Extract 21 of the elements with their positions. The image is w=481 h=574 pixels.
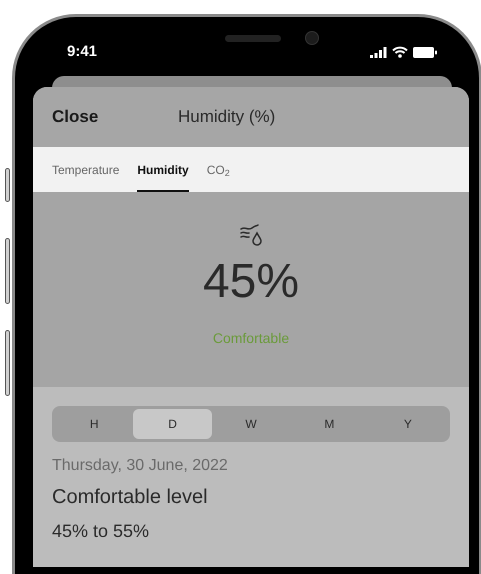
tab[interactable]: Temperature [52, 147, 120, 192]
wifi-icon [392, 46, 408, 58]
period-option[interactable]: H [55, 409, 134, 439]
signal-icon [370, 46, 387, 58]
period-option[interactable]: D [133, 409, 212, 439]
tab[interactable]: CO$_{2}$ [206, 147, 230, 192]
comfort-level-heading: Comfortable level [52, 485, 209, 510]
close-button[interactable]: Close [52, 104, 98, 130]
period-option[interactable]: W [212, 409, 290, 439]
date-label: Thursday, 30 June, 2022 [52, 456, 229, 476]
period-option[interactable]: M [290, 409, 369, 439]
period-option[interactable]: Y [368, 409, 448, 439]
comfort-range: 45% to 55% [52, 520, 150, 543]
battery-icon [413, 46, 437, 58]
humidity-icon [239, 224, 263, 246]
sheet-title: Humidity (%) [178, 106, 276, 128]
humidity-value: 45% [202, 258, 300, 306]
comfort-status: Comfortable [212, 329, 290, 348]
phone-speaker [225, 35, 281, 42]
phone-camera [305, 31, 319, 45]
status-time: 9:41 [67, 42, 98, 62]
